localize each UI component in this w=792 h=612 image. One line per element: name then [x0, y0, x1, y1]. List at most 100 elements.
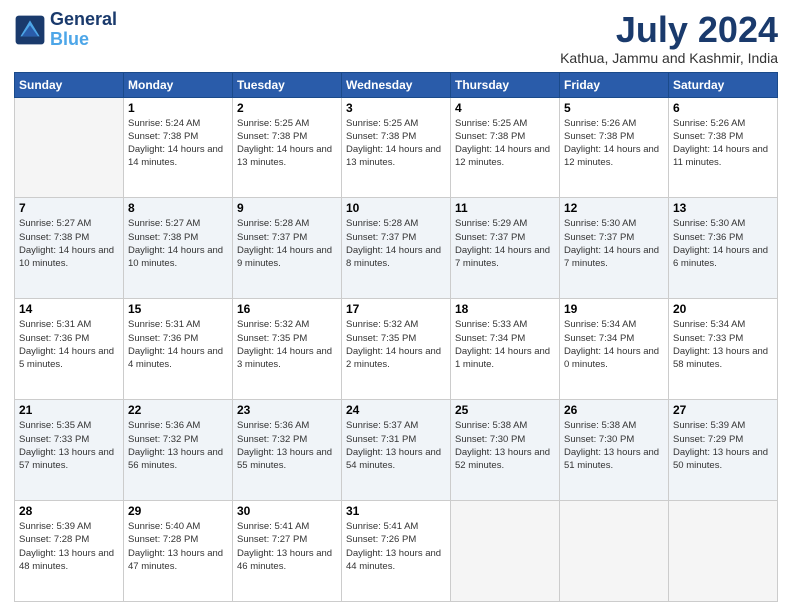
day-number: 22: [128, 403, 228, 417]
weekday-header-friday: Friday: [560, 72, 669, 97]
day-number: 23: [237, 403, 337, 417]
weekday-header-sunday: Sunday: [15, 72, 124, 97]
calendar-cell: 20 Sunrise: 5:34 AMSunset: 7:33 PMDayligh…: [669, 299, 778, 400]
month-title: July 2024: [560, 10, 778, 50]
week-row-5: 28 Sunrise: 5:39 AMSunset: 7:28 PMDayligh…: [15, 501, 778, 602]
calendar-cell: 1 Sunrise: 5:24 AMSunset: 7:38 PMDaylight…: [124, 97, 233, 198]
calendar-cell: 13 Sunrise: 5:30 AMSunset: 7:36 PMDayligh…: [669, 198, 778, 299]
day-info: Sunrise: 5:32 AMSunset: 7:35 PMDaylight:…: [346, 318, 446, 371]
calendar-cell: 26 Sunrise: 5:38 AMSunset: 7:30 PMDayligh…: [560, 400, 669, 501]
day-number: 15: [128, 302, 228, 316]
day-info: Sunrise: 5:34 AMSunset: 7:34 PMDaylight:…: [564, 318, 664, 371]
day-info: Sunrise: 5:36 AMSunset: 7:32 PMDaylight:…: [128, 419, 228, 472]
weekday-header-tuesday: Tuesday: [233, 72, 342, 97]
title-section: July 2024 Kathua, Jammu and Kashmir, Ind…: [560, 10, 778, 66]
day-info: Sunrise: 5:38 AMSunset: 7:30 PMDaylight:…: [564, 419, 664, 472]
calendar-cell: 9Sunrise: 5:28 AMSunset: 7:37 PMDaylight…: [233, 198, 342, 299]
calendar-cell: 22 Sunrise: 5:36 AMSunset: 7:32 PMDayligh…: [124, 400, 233, 501]
day-info: Sunrise: 5:24 AMSunset: 7:38 PMDaylight:…: [128, 117, 228, 170]
calendar-cell: [451, 501, 560, 602]
day-number: 10: [346, 201, 446, 215]
weekday-header-row: SundayMondayTuesdayWednesdayThursdayFrid…: [15, 72, 778, 97]
day-number: 6: [673, 101, 773, 115]
day-info: Sunrise: 5:30 AMSunset: 7:36 PMDaylight:…: [673, 217, 773, 270]
calendar-cell: 11Sunrise: 5:29 AMSunset: 7:37 PMDayligh…: [451, 198, 560, 299]
week-row-4: 21 Sunrise: 5:35 AMSunset: 7:33 PMDayligh…: [15, 400, 778, 501]
day-number: 11: [455, 201, 555, 215]
day-number: 24: [346, 403, 446, 417]
weekday-header-thursday: Thursday: [451, 72, 560, 97]
calendar-cell: 27 Sunrise: 5:39 AMSunset: 7:29 PMDayligh…: [669, 400, 778, 501]
day-number: 7: [19, 201, 119, 215]
calendar-cell: 21 Sunrise: 5:35 AMSunset: 7:33 PMDayligh…: [15, 400, 124, 501]
day-number: 8: [128, 201, 228, 215]
calendar-cell: 17Sunrise: 5:32 AMSunset: 7:35 PMDayligh…: [342, 299, 451, 400]
day-number: 30: [237, 504, 337, 518]
logo-icon: [14, 14, 46, 46]
calendar-cell: 24 Sunrise: 5:37 AMSunset: 7:31 PMDayligh…: [342, 400, 451, 501]
calendar-cell: 31 Sunrise: 5:41 AMSunset: 7:26 PMDayligh…: [342, 501, 451, 602]
week-row-1: 1 Sunrise: 5:24 AMSunset: 7:38 PMDaylight…: [15, 97, 778, 198]
day-info: Sunrise: 5:27 AMSunset: 7:38 PMDaylight:…: [19, 217, 119, 270]
calendar-cell: 5 Sunrise: 5:26 AMSunset: 7:38 PMDaylight…: [560, 97, 669, 198]
day-info: Sunrise: 5:26 AMSunset: 7:38 PMDaylight:…: [673, 117, 773, 170]
day-number: 21: [19, 403, 119, 417]
day-number: 14: [19, 302, 119, 316]
day-info: Sunrise: 5:40 AMSunset: 7:28 PMDaylight:…: [128, 520, 228, 573]
day-info: Sunrise: 5:39 AMSunset: 7:29 PMDaylight:…: [673, 419, 773, 472]
weekday-header-monday: Monday: [124, 72, 233, 97]
day-info: Sunrise: 5:32 AMSunset: 7:35 PMDaylight:…: [237, 318, 337, 371]
calendar-body: 1 Sunrise: 5:24 AMSunset: 7:38 PMDaylight…: [15, 97, 778, 601]
day-info: Sunrise: 5:28 AMSunset: 7:37 PMDaylight:…: [346, 217, 446, 270]
day-number: 27: [673, 403, 773, 417]
day-info: Sunrise: 5:35 AMSunset: 7:33 PMDaylight:…: [19, 419, 119, 472]
day-info: Sunrise: 5:27 AMSunset: 7:38 PMDaylight:…: [128, 217, 228, 270]
calendar-cell: [669, 501, 778, 602]
calendar-cell: 25 Sunrise: 5:38 AMSunset: 7:30 PMDayligh…: [451, 400, 560, 501]
day-info: Sunrise: 5:25 AMSunset: 7:38 PMDaylight:…: [346, 117, 446, 170]
calendar-cell: 18Sunrise: 5:33 AMSunset: 7:34 PMDayligh…: [451, 299, 560, 400]
calendar-cell: 3 Sunrise: 5:25 AMSunset: 7:38 PMDaylight…: [342, 97, 451, 198]
day-info: Sunrise: 5:36 AMSunset: 7:32 PMDaylight:…: [237, 419, 337, 472]
calendar-cell: [560, 501, 669, 602]
calendar-cell: 15Sunrise: 5:31 AMSunset: 7:36 PMDayligh…: [124, 299, 233, 400]
calendar-cell: 16Sunrise: 5:32 AMSunset: 7:35 PMDayligh…: [233, 299, 342, 400]
week-row-3: 14 Sunrise: 5:31 AMSunset: 7:36 PMDayligh…: [15, 299, 778, 400]
day-info: Sunrise: 5:26 AMSunset: 7:38 PMDaylight:…: [564, 117, 664, 170]
day-number: 13: [673, 201, 773, 215]
week-row-2: 7 Sunrise: 5:27 AMSunset: 7:38 PMDaylight…: [15, 198, 778, 299]
day-number: 25: [455, 403, 555, 417]
day-info: Sunrise: 5:34 AMSunset: 7:33 PMDaylight:…: [673, 318, 773, 371]
weekday-header-saturday: Saturday: [669, 72, 778, 97]
calendar-cell: 29 Sunrise: 5:40 AMSunset: 7:28 PMDayligh…: [124, 501, 233, 602]
day-number: 28: [19, 504, 119, 518]
day-number: 20: [673, 302, 773, 316]
calendar-cell: 10 Sunrise: 5:28 AMSunset: 7:37 PMDayligh…: [342, 198, 451, 299]
day-number: 31: [346, 504, 446, 518]
day-info: Sunrise: 5:31 AMSunset: 7:36 PMDaylight:…: [19, 318, 119, 371]
day-info: Sunrise: 5:38 AMSunset: 7:30 PMDaylight:…: [455, 419, 555, 472]
day-info: Sunrise: 5:39 AMSunset: 7:28 PMDaylight:…: [19, 520, 119, 573]
calendar-cell: 6 Sunrise: 5:26 AMSunset: 7:38 PMDaylight…: [669, 97, 778, 198]
day-info: Sunrise: 5:25 AMSunset: 7:38 PMDaylight:…: [455, 117, 555, 170]
day-number: 26: [564, 403, 664, 417]
calendar-table: SundayMondayTuesdayWednesdayThursdayFrid…: [14, 72, 778, 602]
day-info: Sunrise: 5:28 AMSunset: 7:37 PMDaylight:…: [237, 217, 337, 270]
calendar-cell: 7 Sunrise: 5:27 AMSunset: 7:38 PMDaylight…: [15, 198, 124, 299]
day-number: 3: [346, 101, 446, 115]
day-number: 18: [455, 302, 555, 316]
calendar-cell: 8 Sunrise: 5:27 AMSunset: 7:38 PMDaylight…: [124, 198, 233, 299]
calendar-cell: 4Sunrise: 5:25 AMSunset: 7:38 PMDaylight…: [451, 97, 560, 198]
day-number: 19: [564, 302, 664, 316]
day-number: 2: [237, 101, 337, 115]
day-number: 5: [564, 101, 664, 115]
location: Kathua, Jammu and Kashmir, India: [560, 50, 778, 66]
day-info: Sunrise: 5:25 AMSunset: 7:38 PMDaylight:…: [237, 117, 337, 170]
calendar-cell: 30 Sunrise: 5:41 AMSunset: 7:27 PMDayligh…: [233, 501, 342, 602]
day-info: Sunrise: 5:37 AMSunset: 7:31 PMDaylight:…: [346, 419, 446, 472]
day-number: 1: [128, 101, 228, 115]
day-info: Sunrise: 5:41 AMSunset: 7:26 PMDaylight:…: [346, 520, 446, 573]
day-number: 29: [128, 504, 228, 518]
day-info: Sunrise: 5:41 AMSunset: 7:27 PMDaylight:…: [237, 520, 337, 573]
calendar-cell: 2 Sunrise: 5:25 AMSunset: 7:38 PMDaylight…: [233, 97, 342, 198]
